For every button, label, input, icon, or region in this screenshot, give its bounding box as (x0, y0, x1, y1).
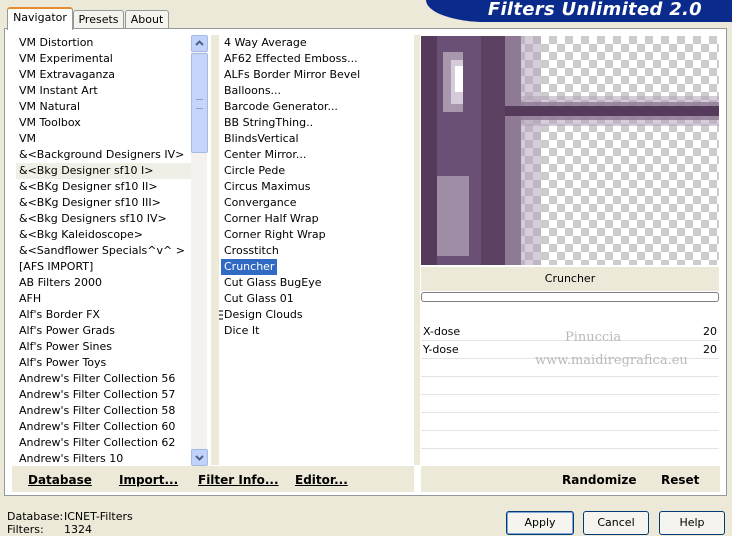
filter-name-label: Cruncher (421, 267, 719, 291)
category-item[interactable]: [AFS IMPORT] (16, 259, 191, 275)
filter-item[interactable]: Circle Pede (221, 163, 413, 179)
filter-item[interactable]: Corner Half Wrap (221, 211, 413, 227)
panel-divider (414, 35, 420, 465)
filter-item[interactable]: Dice It (221, 323, 413, 339)
category-item[interactable]: VM Experimental (16, 51, 191, 67)
category-item[interactable]: &<Background Designers IV> (16, 147, 191, 163)
progress-bar (421, 292, 719, 302)
watermark-name: Pinuccia (565, 330, 622, 345)
param-row-empty (421, 449, 719, 467)
scroll-thumb[interactable] (191, 53, 208, 153)
category-item[interactable]: VM (16, 131, 191, 147)
editor-button[interactable]: Editor... (295, 473, 348, 487)
filter-item[interactable]: BB StringThing.. (221, 115, 413, 131)
list-divider (211, 35, 219, 465)
param-value: 20 (703, 343, 717, 356)
category-list[interactable]: VM Distortion VM Experimental VM Extravaga… (16, 35, 191, 465)
category-item[interactable]: VM Toolbox (16, 115, 191, 131)
category-scrollbar[interactable] (191, 35, 208, 466)
filter-item[interactable]: Balloons... (221, 83, 413, 99)
filter-item[interactable]: BlindsVertical (221, 131, 413, 147)
filter-item[interactable]: Design Clouds (221, 307, 413, 323)
filter-item[interactable]: Circus Maximus (221, 179, 413, 195)
category-item[interactable]: Alf's Power Sines (16, 339, 191, 355)
scroll-up-button[interactable] (191, 35, 208, 52)
apply-button[interactable]: Apply (506, 511, 574, 535)
grip-icon (196, 99, 203, 109)
param-label: X-dose (423, 325, 461, 338)
category-item[interactable]: &<Bkg Designer sf10 I> (16, 163, 191, 179)
category-item[interactable]: Alf's Power Grads (16, 323, 191, 339)
cancel-button[interactable]: Cancel (583, 511, 649, 535)
filter-item[interactable]: Cut Glass 01 (221, 291, 413, 307)
help-button[interactable]: Help (659, 511, 725, 535)
category-item[interactable]: &<Bkg Kaleidoscope> (16, 227, 191, 243)
category-item[interactable]: AFH (16, 291, 191, 307)
reset-button[interactable]: Reset (661, 473, 699, 487)
param-row-empty (421, 377, 719, 395)
category-item[interactable]: &<BKg Designer sf10 III> (16, 195, 191, 211)
category-item[interactable]: Alf's Border FX (16, 307, 191, 323)
param-row-empty (421, 431, 719, 449)
filter-item[interactable]: Cut Glass BugEye (221, 275, 413, 291)
preview-image (421, 36, 719, 265)
filter-list[interactable]: 4 Way Average AF62 Effected Emboss... ALFs… (221, 35, 413, 465)
category-item[interactable]: VM Distortion (16, 35, 191, 51)
filter-item[interactable]: AF62 Effected Emboss... (221, 51, 413, 67)
filter-item[interactable]: 4 Way Average (221, 35, 413, 51)
param-value: 20 (703, 325, 717, 338)
param-label: Y-dose (423, 343, 459, 356)
category-item[interactable]: Andrew's Filter Collection 56 (16, 371, 191, 387)
tab-presets[interactable]: Presets (73, 10, 124, 29)
filter-item[interactable]: ALFs Border Mirror Bevel (221, 67, 413, 83)
category-item[interactable]: AB Filters 2000 (16, 275, 191, 291)
category-item[interactable]: &<BKg Designer sf10 II> (16, 179, 191, 195)
category-item[interactable]: VM Extravaganza (16, 67, 191, 83)
grip-handle-icon[interactable] (219, 309, 224, 321)
category-item[interactable]: &<Sandflower Specials^v^ > (16, 243, 191, 259)
tab-navigator[interactable]: Navigator (7, 7, 73, 30)
filter-info-button[interactable]: Filter Info... (198, 473, 279, 487)
filter-item[interactable]: Convergance (221, 195, 413, 211)
filters-count-label: Filters: (7, 523, 44, 536)
category-item[interactable]: Alf's Power Toys (16, 355, 191, 371)
chevron-up-icon (195, 40, 204, 46)
filter-item[interactable]: Barcode Generator... (221, 99, 413, 115)
param-row-empty (421, 395, 719, 413)
scroll-down-button[interactable] (191, 449, 208, 466)
title-banner: Filters Unlimited 2.0 (426, 0, 732, 22)
category-item[interactable]: Andrew's Filter Collection 60 (16, 419, 191, 435)
category-item[interactable]: &<Bkg Designers sf10 IV> (16, 211, 191, 227)
database-status-value: ICNET-Filters (64, 510, 133, 523)
filter-item[interactable]: Center Mirror... (221, 147, 413, 163)
database-status-label: Database: (7, 510, 64, 523)
category-item[interactable]: Andrew's Filter Collection 62 (16, 435, 191, 451)
randomize-button[interactable]: Randomize (562, 473, 636, 487)
filter-item[interactable]: Crosstitch (221, 243, 413, 259)
category-item[interactable]: Andrew's Filters 10 (16, 451, 191, 465)
category-item[interactable]: VM Instant Art (16, 83, 191, 99)
tab-about[interactable]: About (125, 10, 169, 29)
chevron-down-icon (195, 455, 204, 461)
filter-item[interactable]: Corner Right Wrap (221, 227, 413, 243)
param-row-empty (421, 413, 719, 431)
watermark-url: www.maidiregrafica.eu (535, 353, 688, 368)
category-item[interactable]: Andrew's Filter Collection 58 (16, 403, 191, 419)
filters-count-value: 1324 (64, 523, 92, 536)
category-item[interactable]: Andrew's Filter Collection 57 (16, 387, 191, 403)
import-button[interactable]: Import... (119, 473, 178, 487)
filter-item[interactable]: Cruncher (221, 259, 278, 275)
category-item[interactable]: VM Natural (16, 99, 191, 115)
banner-title: Filters Unlimited 2.0 (487, 0, 702, 20)
database-button[interactable]: Database (28, 473, 92, 487)
